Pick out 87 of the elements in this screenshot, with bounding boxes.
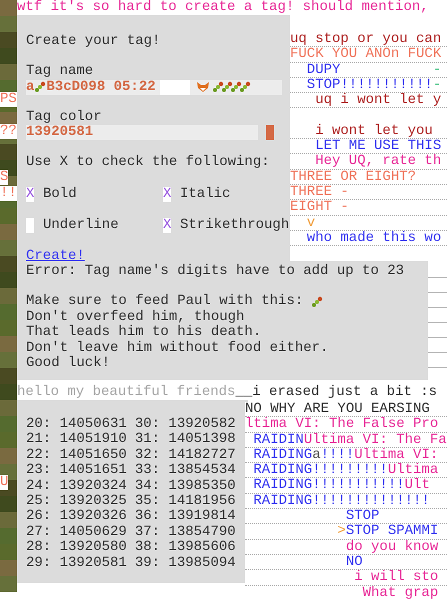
table-cell: 26: 13920326: [26, 509, 127, 525]
table-cell: 33: 13854534: [134, 463, 236, 479]
wall-text: THREE OR EIGHT?: [290, 168, 416, 185]
instruction-text: Use X to check the following:: [26, 155, 270, 171]
wall-text: THREE -: [290, 184, 349, 200]
wall-text: Hey UQ, rate th: [314, 153, 442, 170]
wall-text: EIGHT -: [290, 199, 349, 216]
table-cell: 30: 13920582: [134, 417, 236, 432]
wall-text: STOP: [344, 508, 380, 524]
wall-text: >: [336, 523, 346, 540]
wall-text: Ultima: [388, 462, 438, 478]
input-field[interactable]: 13920581: [26, 125, 258, 140]
create-link[interactable]: Create!: [26, 248, 85, 264]
table-cell: 27: 14050629: [26, 524, 127, 540]
wall-text: !!!!: [320, 446, 354, 463]
input-field[interactable]: a B3cD098 05:22: [26, 80, 282, 95]
wall-text: !!: [0, 186, 17, 201]
wall-text: RAIDING!!!!!!!!!!!!!!: [252, 492, 430, 509]
wall-text: NO: [344, 554, 363, 570]
wall-text: uq i wont let y: [314, 92, 442, 108]
check-field[interactable]: X: [163, 186, 171, 202]
wall-text: ltima VI: The False Pro: [245, 416, 438, 432]
wall-text: What grap: [362, 584, 438, 599]
wall-text: RAIDING!!!!!!!!!!!: [252, 477, 405, 494]
wall-text: -: [432, 62, 442, 78]
table-cell: 32: 14182727: [134, 448, 236, 464]
caterpillar-icon: [34, 81, 46, 94]
note-text: Don't leave him without food either.: [26, 340, 328, 356]
wall-text: i wont let you: [314, 122, 433, 139]
wall-text: Ultima VI: The Fa: [304, 432, 447, 448]
note-text: Make sure to feed Paul with this:: [26, 294, 304, 310]
field-label: Tag color: [26, 110, 102, 126]
check-field[interactable]: X: [26, 186, 34, 202]
wall-text: PS: [0, 92, 17, 107]
wall-text: DUPY: [306, 62, 340, 78]
field-label: Tag name: [26, 64, 94, 80]
wall-text: NO WHY ARE YOU EARSING: [245, 401, 430, 417]
wall-text: -: [432, 76, 442, 93]
table-cell: 28: 13920580: [26, 540, 127, 556]
table-cell: 21: 14051910: [26, 432, 127, 448]
wall-text: uq stop or you can: [290, 31, 442, 47]
wall-text: Ult: [404, 477, 430, 494]
table-cell: 31: 14051398: [134, 432, 236, 448]
wall-text: FUCK YOU ANOn FUCK: [290, 46, 442, 62]
wall-text: ??: [0, 124, 17, 139]
table-cell: 39: 13985094: [134, 556, 236, 572]
wall-text: RAIDIN: [252, 432, 304, 448]
wall-text: hello my beautiful friends: [17, 384, 236, 400]
form-title: Create your tag!: [26, 34, 160, 50]
wall-text: RAIDING!!!!!!!!!: [252, 462, 388, 478]
table-cell: 35: 14181956: [134, 494, 236, 510]
wall-text: LET ME USE THIS: [314, 138, 442, 154]
option-label: Italic: [180, 186, 230, 202]
table-cell: 34: 13985350: [134, 478, 236, 494]
fox-icon: [196, 81, 210, 94]
wall-text: STOP SPAMMI: [346, 523, 438, 540]
option-label: Strikethrough: [180, 218, 290, 233]
wall-text: U: [0, 475, 8, 490]
wall-text: S: [0, 170, 8, 185]
note-text: Don't overfeed him, though: [26, 310, 244, 325]
wall-text: a: [312, 446, 321, 463]
table-cell: 24: 13920324: [26, 478, 127, 494]
wall-text: Ultima VI:: [354, 446, 438, 463]
option-label: Bold: [43, 186, 77, 202]
table-cell: 38: 13985606: [134, 540, 236, 556]
table-cell: 36: 13919814: [134, 509, 236, 525]
table-cell: 29: 13920581: [26, 556, 127, 572]
wall-text: who made this wo: [306, 230, 442, 246]
wall-text: RAIDING: [252, 446, 312, 463]
option-label: Underline: [43, 218, 119, 233]
note-text: Good luck!: [26, 356, 110, 372]
check-field[interactable]: X: [163, 218, 171, 233]
wall-text: v: [306, 214, 316, 231]
error-text: Error: Tag name's digits have to add up to 23: [26, 264, 404, 280]
caterpillar-icon: [311, 296, 324, 308]
table-cell: 37: 13854790: [134, 524, 236, 540]
table-cell: 25: 13920325: [26, 494, 127, 510]
wall-text: i will sto: [353, 569, 438, 586]
table-cell: 20: 14050631: [26, 417, 127, 432]
wall-text: do you know: [344, 538, 438, 555]
caterpillar-icon: [212, 81, 252, 94]
check-field[interactable]: [26, 218, 34, 233]
table-cell: 22: 14051650: [26, 448, 127, 464]
wall-text: STOP!!!!!!!!!!!: [306, 76, 433, 93]
wall-text: __i erased just a bit :s: [235, 384, 438, 400]
note-text: That leads him to his death.: [26, 325, 262, 340]
table-cell: 23: 14051651: [26, 463, 127, 479]
